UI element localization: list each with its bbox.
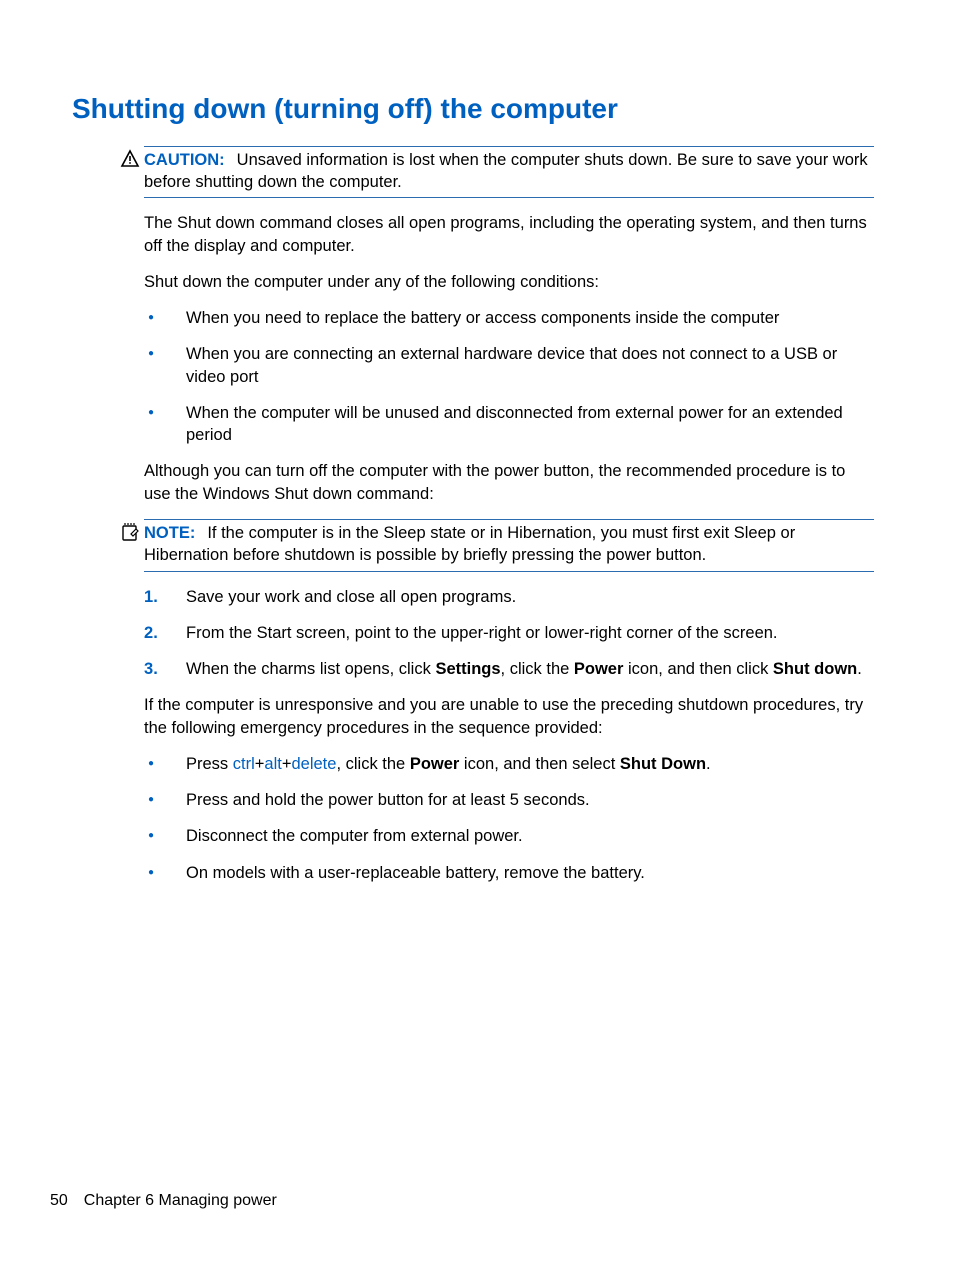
list-item: When you need to replace the battery or … <box>186 307 874 329</box>
bold-shutdown: Shut Down <box>620 755 706 773</box>
key-delete: delete <box>291 755 336 773</box>
recommended-paragraph: Although you can turn off the computer w… <box>144 460 874 505</box>
plus: + <box>255 755 265 773</box>
bold-settings: Settings <box>435 660 500 678</box>
list-item: When you are connecting an external hard… <box>186 343 874 388</box>
note-icon <box>120 522 140 542</box>
emergency-text: Press <box>186 755 233 773</box>
list-item: On models with a user-replaceable batter… <box>186 862 874 884</box>
step-item: When the charms list opens, click Settin… <box>186 658 874 680</box>
steps-list: Save your work and close all open progra… <box>144 586 874 681</box>
note-label: NOTE: <box>144 524 195 542</box>
bold-power: Power <box>410 755 460 773</box>
caution-text: Unsaved information is lost when the com… <box>144 151 868 191</box>
page-footer: 50 Chapter 6 Managing power <box>50 1190 277 1212</box>
bold-power: Power <box>574 660 624 678</box>
page: Shutting down (turning off) the computer… <box>0 0 954 1270</box>
key-ctrl: ctrl <box>233 755 255 773</box>
list-item: Press and hold the power button for at l… <box>186 789 874 811</box>
step-text: , click the <box>501 660 574 678</box>
caution-icon <box>120 149 140 169</box>
caution-label: CAUTION: <box>144 151 225 169</box>
emergency-text: , click the <box>336 755 409 773</box>
list-item: When the computer will be unused and dis… <box>186 402 874 447</box>
page-number: 50 <box>50 1192 68 1209</box>
unresponsive-paragraph: If the computer is unresponsive and you … <box>144 694 874 739</box>
caution-box: CAUTION:Unsaved information is lost when… <box>144 146 874 199</box>
emergency-text: . <box>706 755 711 773</box>
step-item: Save your work and close all open progra… <box>186 586 874 608</box>
chapter-label: Chapter 6 Managing power <box>84 1192 277 1209</box>
content: CAUTION:Unsaved information is lost when… <box>144 146 874 884</box>
list-item: Press ctrl+alt+delete, click the Power i… <box>186 753 874 775</box>
emergency-text: icon, and then select <box>459 755 620 773</box>
step-text: icon, and then click <box>623 660 773 678</box>
intro-paragraph-1: The Shut down command closes all open pr… <box>144 212 874 257</box>
note-box: NOTE:If the computer is in the Sleep sta… <box>144 519 874 572</box>
step-text: . <box>857 660 862 678</box>
intro-paragraph-2: Shut down the computer under any of the … <box>144 271 874 293</box>
note-text: If the computer is in the Sleep state or… <box>144 524 795 564</box>
bold-shutdown: Shut down <box>773 660 857 678</box>
key-alt: alt <box>264 755 281 773</box>
list-item: Disconnect the computer from external po… <box>186 825 874 847</box>
step-text: When the charms list opens, click <box>186 660 435 678</box>
conditions-list: When you need to replace the battery or … <box>144 307 874 446</box>
page-title: Shutting down (turning off) the computer <box>72 90 874 128</box>
emergency-list: Press ctrl+alt+delete, click the Power i… <box>144 753 874 884</box>
step-item: From the Start screen, point to the uppe… <box>186 622 874 644</box>
